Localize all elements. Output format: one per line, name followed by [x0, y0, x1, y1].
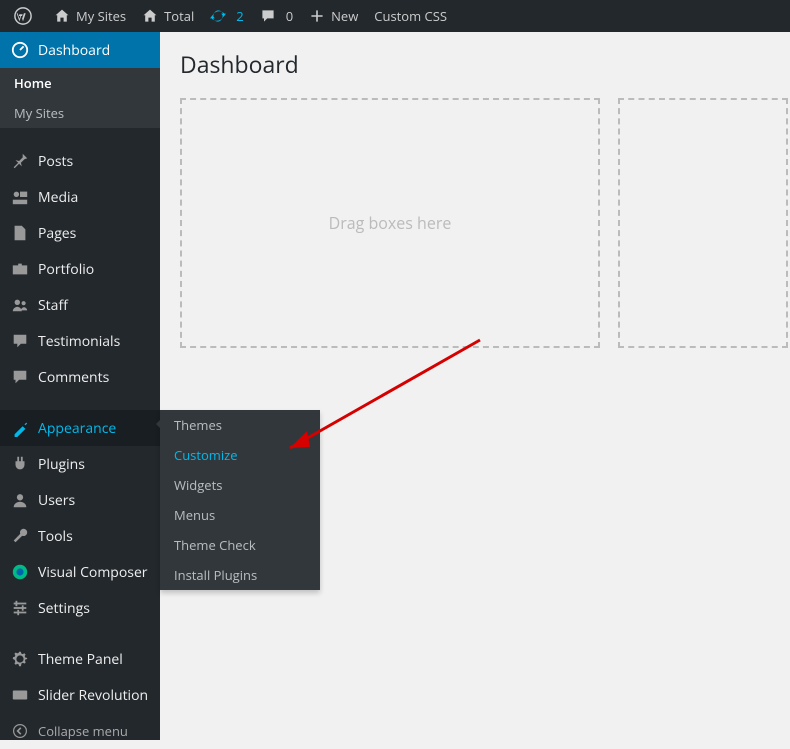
- menu-slider-label: Slider Revolution: [38, 686, 148, 705]
- content-area: Dashboard Drag boxes here: [160, 32, 790, 740]
- menu-comments-label: Comments: [38, 368, 109, 387]
- users-icon: [10, 490, 30, 510]
- my-sites[interactable]: My Sites: [46, 0, 134, 32]
- submenu-dashboard: Home My Sites: [0, 68, 160, 128]
- submenu-mysites[interactable]: My Sites: [0, 98, 160, 128]
- update-icon: [210, 8, 226, 24]
- updates-count: 2: [236, 7, 243, 25]
- menu-users-label: Users: [38, 491, 75, 510]
- menu-pages[interactable]: Pages: [0, 215, 160, 251]
- settings-icon: [10, 598, 30, 618]
- menu-posts-label: Posts: [38, 152, 73, 171]
- plugins-icon: [10, 454, 30, 474]
- new-label: New: [331, 7, 358, 25]
- my-sites-label: My Sites: [76, 7, 126, 25]
- groups-icon: [10, 295, 30, 315]
- comments-count: 0: [286, 7, 293, 25]
- home-icon: [142, 8, 158, 24]
- site-name-label: Total: [164, 7, 194, 25]
- menu-tools[interactable]: Tools: [0, 518, 160, 554]
- dashboard-icon: [10, 40, 30, 60]
- menu-dashboard-label: Dashboard: [38, 41, 110, 60]
- menu-vc-label: Visual Composer: [38, 563, 148, 582]
- submenu-home[interactable]: Home: [0, 68, 160, 98]
- menu-media-label: Media: [38, 188, 78, 207]
- custom-css-label: Custom CSS: [374, 7, 447, 25]
- menu-portfolio[interactable]: Portfolio: [0, 251, 160, 287]
- menu-settings[interactable]: Settings: [0, 590, 160, 626]
- menu-appearance[interactable]: Appearance: [0, 410, 160, 446]
- menu-slider-revolution[interactable]: Slider Revolution: [0, 677, 160, 713]
- comment-icon: [260, 8, 276, 24]
- menu-plugins-label: Plugins: [38, 455, 85, 474]
- menu-testimonials-label: Testimonials: [38, 332, 120, 351]
- pin-icon: [10, 151, 30, 171]
- collapse-icon: [10, 721, 30, 741]
- slider-icon: [10, 685, 30, 705]
- wp-logo[interactable]: [6, 0, 46, 32]
- menu-appearance-label: Appearance: [38, 419, 116, 438]
- menu-media[interactable]: Media: [0, 179, 160, 215]
- menu-staff-label: Staff: [38, 296, 68, 315]
- menu-plugins[interactable]: Plugins: [0, 446, 160, 482]
- wordpress-icon: [14, 7, 32, 25]
- menu-posts[interactable]: Posts: [0, 143, 160, 179]
- page-icon: [10, 223, 30, 243]
- dashboard-dropzone[interactable]: [618, 98, 788, 348]
- menu-visual-composer[interactable]: Visual Composer: [0, 554, 160, 590]
- admin-bar: My Sites Total 2 0 New Custom CSS: [0, 0, 790, 32]
- menu-portfolio-label: Portfolio: [38, 260, 94, 279]
- plus-icon: [309, 8, 325, 24]
- menu-theme-panel[interactable]: Theme Panel: [0, 641, 160, 677]
- media-icon: [10, 187, 30, 207]
- dropzone-label: Drag boxes here: [329, 212, 452, 234]
- menu-dashboard[interactable]: Dashboard: [0, 32, 160, 68]
- menu-tools-label: Tools: [38, 527, 73, 546]
- home-icon: [54, 8, 70, 24]
- appearance-icon: [10, 418, 30, 438]
- comments[interactable]: 0: [252, 0, 301, 32]
- menu-pages-label: Pages: [38, 224, 76, 243]
- menu-theme-panel-label: Theme Panel: [38, 650, 123, 669]
- page-title: Dashboard: [180, 48, 790, 80]
- collapse-menu[interactable]: Collapse menu: [0, 713, 160, 749]
- updates[interactable]: 2: [202, 0, 251, 32]
- vc-icon: [10, 562, 30, 582]
- custom-css[interactable]: Custom CSS: [366, 0, 455, 32]
- portfolio-icon: [10, 259, 30, 279]
- menu-settings-label: Settings: [38, 599, 90, 618]
- site-name[interactable]: Total: [134, 0, 202, 32]
- dashboard-dropzones: Drag boxes here: [180, 98, 790, 348]
- menu-staff[interactable]: Staff: [0, 287, 160, 323]
- gear-icon: [10, 649, 30, 669]
- menu-users[interactable]: Users: [0, 482, 160, 518]
- menu-testimonials[interactable]: Testimonials: [0, 323, 160, 359]
- menu-comments[interactable]: Comments: [0, 359, 160, 395]
- tools-icon: [10, 526, 30, 546]
- admin-sidebar: Dashboard Home My Sites Posts Media Page…: [0, 32, 160, 740]
- dashboard-dropzone[interactable]: Drag boxes here: [180, 98, 600, 348]
- collapse-label: Collapse menu: [38, 722, 128, 740]
- new-content[interactable]: New: [301, 0, 366, 32]
- comment-icon: [10, 367, 30, 387]
- testimonial-icon: [10, 331, 30, 351]
